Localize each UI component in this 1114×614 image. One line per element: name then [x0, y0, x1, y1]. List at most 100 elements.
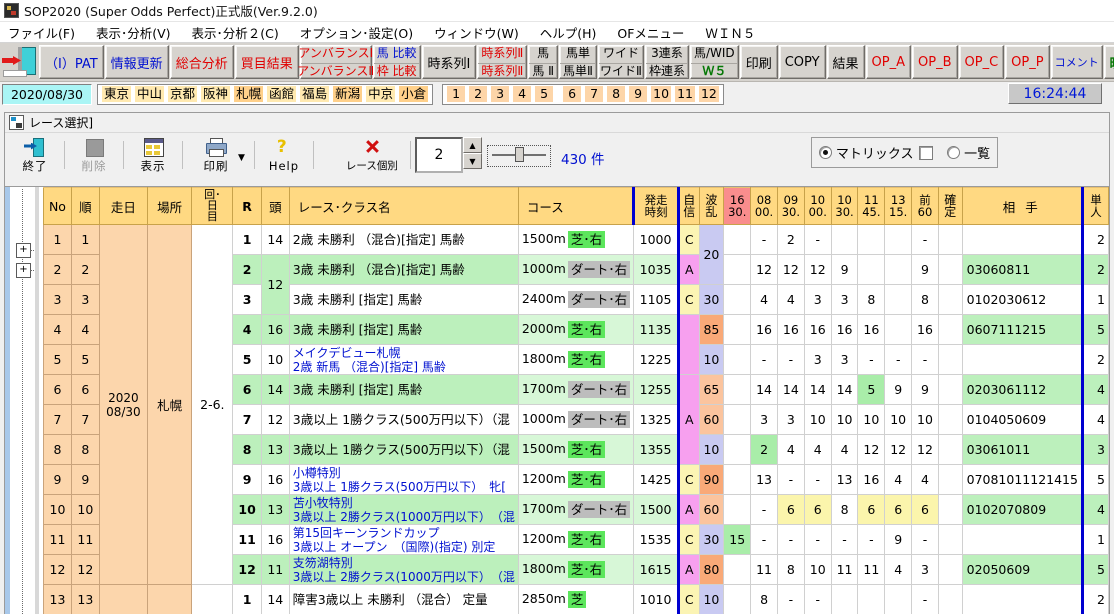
toolbar-button-uma[interactable]: 馬 馬 Ⅱ — [528, 45, 559, 79]
header-kai-nichime[interactable]: 回･日目 — [191, 187, 234, 225]
race-num-5[interactable]: 5 — [535, 86, 554, 102]
header-race-class-name[interactable]: レース･クラス名 — [288, 187, 519, 225]
venue-kokura[interactable]: 小倉 — [399, 86, 429, 102]
header-time-1315[interactable]: 13 15. — [884, 187, 913, 225]
toolbar-button-umatan[interactable]: 馬単 馬単Ⅱ — [559, 45, 597, 79]
tree-expand-sapporo[interactable]: + — [16, 243, 34, 258]
toolbar-button-pat[interactable]: （I）PAT — [39, 45, 104, 79]
row-count-stepper[interactable]: 2 ▲ ▼ — [415, 137, 482, 173]
toolbar-button-buy-result[interactable]: 買目結果 — [234, 45, 299, 79]
tree-expand-niigata[interactable]: + — [16, 263, 34, 278]
toolbar-button-result[interactable]: 結果 — [826, 45, 865, 79]
race-num-4[interactable]: 4 — [513, 86, 532, 102]
race-num-11[interactable]: 11 — [675, 86, 695, 102]
toolbar-button-compare[interactable]: 馬 比較 枠 比較 — [372, 45, 421, 79]
venue-chukyo[interactable]: 中京 — [366, 86, 396, 102]
radio-list-icon[interactable] — [947, 146, 961, 159]
stepper-down-icon[interactable]: ▼ — [463, 153, 482, 169]
menu-item-window[interactable]: ウィンドウ(W) — [434, 22, 529, 43]
header-course[interactable]: コース — [517, 187, 635, 225]
venue-tokyo[interactable]: 東京 — [102, 86, 132, 102]
header-no[interactable]: No — [43, 187, 72, 225]
toolbar-button-timeseries-1[interactable]: 時系列Ⅰ — [421, 45, 477, 79]
race-individual-button[interactable]: レース個別 — [339, 135, 405, 175]
menu-item-file[interactable]: ファイル(F) — [8, 22, 85, 43]
header-jun[interactable]: 順 — [70, 187, 100, 225]
race-num-3[interactable]: 3 — [491, 86, 510, 102]
header-kakutei[interactable]: 確定 — [937, 187, 963, 225]
cell-t0930: - — [776, 584, 805, 614]
race-num-8[interactable]: 8 — [607, 86, 626, 102]
menu-item-view-analysis[interactable]: 表示･分析(V) — [96, 22, 181, 43]
radio-matrix-icon[interactable] — [818, 146, 832, 159]
exit-button[interactable]: 終了 — [11, 135, 59, 175]
menu-item-help[interactable]: ヘルプ(H) — [540, 22, 607, 43]
header-time-1030[interactable]: 10 30. — [830, 187, 859, 225]
toolbar-button-op-p[interactable]: OP_P — [1005, 45, 1050, 79]
header-time-1000[interactable]: 10 00. — [803, 187, 832, 225]
venue-fukushima[interactable]: 福島 — [300, 86, 330, 102]
toolbar-button-timeseries-2[interactable]: 時系列Ⅱ 時系列Ⅱ — [477, 45, 528, 79]
header-confidence[interactable]: 自信 — [678, 187, 700, 225]
view-mode-list[interactable]: 一覧 — [947, 143, 990, 162]
header-time-1630[interactable]: 16 30. — [723, 187, 752, 225]
toolbar-button-info-update[interactable]: 情報更新 — [104, 45, 169, 79]
venue-niigata[interactable]: 新潟 — [333, 86, 363, 102]
menu-item-view-analysis-2[interactable]: 表示･分析２(C) — [192, 22, 289, 43]
table-row[interactable]: 1 1 2020 08/30 札幌 2-6. 1 14 2歳 未勝利 （混合)[指定] 馬齢 15… — [43, 224, 1109, 585]
race-num-6[interactable]: 6 — [563, 86, 582, 102]
toolbar-button-unbalance[interactable]: アンバランスⅠ アンバランスⅡ — [297, 45, 374, 79]
race-table-scroll[interactable]: No 順 走日 場所 回･日目 R 頭 レース･クラス名 コース 発走 時刻 自信… — [43, 187, 1109, 614]
stepper-up-icon[interactable]: ▲ — [463, 137, 482, 153]
toolbar-button-wide[interactable]: ワイド ワイドⅡ — [597, 45, 644, 79]
toolbar-button-uma-wid[interactable]: 馬/WID Ｗ５ — [689, 45, 739, 79]
header-tanjin[interactable]: 単人 — [1080, 187, 1109, 225]
display-button[interactable]: 表示 — [129, 135, 177, 175]
zoom-slider[interactable] — [487, 145, 551, 167]
menu-item-options[interactable]: オプション･設定(O) — [300, 22, 423, 43]
toolbar-button-sanrenkei[interactable]: 3連系 枠連系 — [644, 45, 689, 79]
venue-nakayama[interactable]: 中山 — [135, 86, 165, 102]
header-time-0800[interactable]: 08 00. — [750, 187, 778, 225]
row-count-value[interactable]: 2 — [415, 137, 463, 173]
race-num-7[interactable]: 7 — [585, 86, 604, 102]
help-button[interactable]: ? Help — [260, 135, 308, 175]
toolbar-button-copy[interactable]: COPY — [778, 45, 826, 79]
header-run-date[interactable]: 走日 — [98, 187, 148, 225]
delete-button[interactable]: 削除 — [70, 135, 118, 175]
matrix-checkbox[interactable] — [919, 145, 934, 160]
header-zen60[interactable]: 前 60 — [911, 187, 939, 225]
header-time-1145[interactable]: 11 45. — [857, 187, 886, 225]
print-button[interactable]: 印刷 — [188, 135, 244, 175]
header-upset[interactable]: 波乱 — [698, 187, 725, 225]
toolbar-button-op-b[interactable]: OP_B — [912, 45, 958, 79]
header-aite[interactable]: 相 手 — [961, 187, 1083, 225]
race-num-12[interactable]: 12 — [698, 86, 719, 102]
table-row[interactable]: 1313新潟3-6.114障害3歳以上 未勝利 （混合） 定量2850m芝101… — [43, 584, 1109, 614]
header-r[interactable]: R — [232, 187, 262, 225]
toolbar-button-total-analysis[interactable]: 総合分析 — [169, 45, 234, 79]
slider-thumb[interactable] — [515, 147, 524, 162]
venue-hanshin[interactable]: 阪神 — [201, 86, 231, 102]
exit-door-button[interactable] — [2, 45, 36, 79]
menu-item-win5[interactable]: ＷＩＮ５ — [705, 22, 765, 43]
toolbar-button-print[interactable]: 印刷 — [739, 45, 778, 79]
toolbar-button-op-c[interactable]: OP_C — [958, 45, 1005, 79]
toolbar-button-video[interactable]: 映像 — [1103, 45, 1114, 79]
menu-item-of-menu[interactable]: OFメニュー — [617, 22, 694, 43]
header-time-0930[interactable]: 09 30. — [776, 187, 805, 225]
toolbar-button-comment[interactable]: コメント — [1050, 45, 1103, 79]
race-num-9[interactable]: 9 — [629, 86, 648, 102]
chevron-down-icon[interactable]: ▼ — [238, 153, 245, 163]
selected-date[interactable]: 2020/08/30 — [2, 83, 92, 105]
race-num-1[interactable]: 1 — [447, 86, 466, 102]
race-num-2[interactable]: 2 — [469, 86, 488, 102]
header-place[interactable]: 場所 — [146, 187, 193, 225]
toolbar-button-op-a[interactable]: OP_A — [865, 45, 911, 79]
header-tou[interactable]: 頭 — [260, 187, 290, 225]
view-mode-matrix[interactable]: マトリックス — [818, 143, 934, 162]
race-num-10[interactable]: 10 — [651, 86, 672, 102]
venue-sapporo[interactable]: 札幌 — [234, 86, 264, 102]
venue-hakodate[interactable]: 函館 — [267, 86, 297, 102]
venue-kyoto[interactable]: 京都 — [168, 86, 198, 102]
